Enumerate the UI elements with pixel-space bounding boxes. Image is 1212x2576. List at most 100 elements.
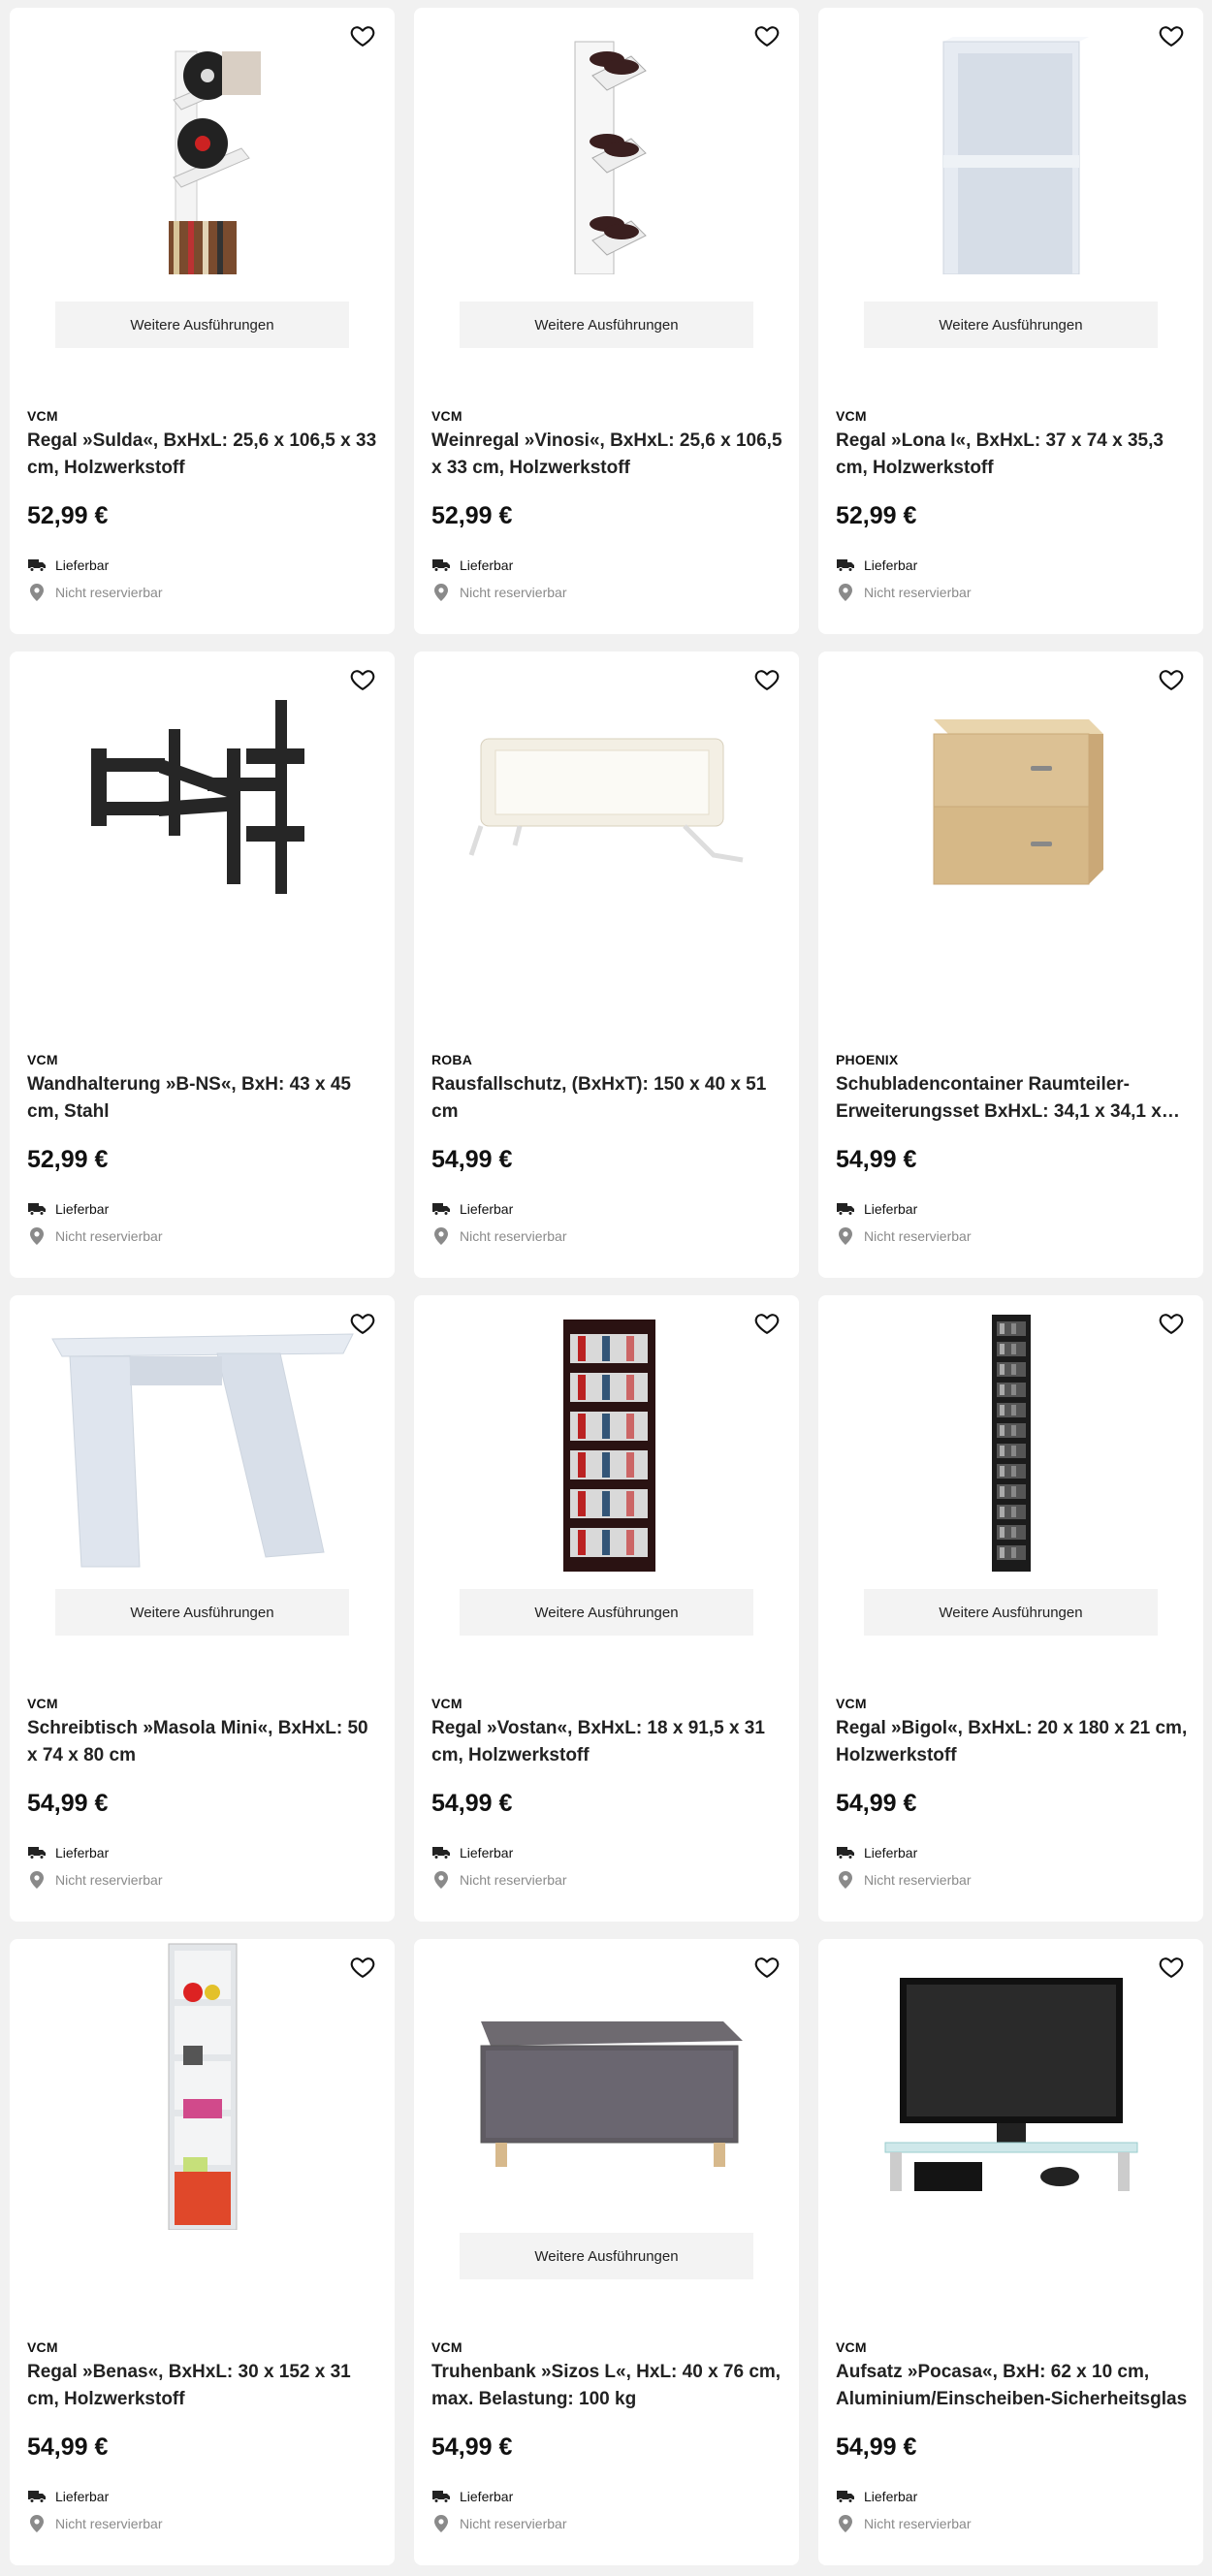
- product-title[interactable]: Regal »Bigol«, BxHxL: 20 x 180 x 21 cm, …: [836, 1715, 1190, 1769]
- heart-outline-icon[interactable]: [348, 1309, 377, 1338]
- product-price: 54,99 €: [836, 1790, 917, 1817]
- product-image[interactable]: [10, 1939, 395, 2230]
- store-availability: Nicht reservierbar: [836, 584, 971, 601]
- product-image[interactable]: [818, 652, 1203, 942]
- product-image[interactable]: [414, 1295, 799, 1586]
- product-image[interactable]: [10, 8, 395, 299]
- product-price: 54,99 €: [27, 1790, 109, 1817]
- product-title[interactable]: Schubladencontainer Raumteiler-Erweiteru…: [836, 1071, 1190, 1126]
- more-variants-button[interactable]: Weitere Ausführungen: [864, 1589, 1158, 1636]
- product-title[interactable]: Weinregal »Vinosi«, BxHxL: 25,6 x 106,5 …: [431, 428, 785, 482]
- product-title[interactable]: Regal »Sulda«, BxHxL: 25,6 x 106,5 x 33 …: [27, 428, 381, 482]
- heart-outline-icon[interactable]: [1157, 21, 1186, 50]
- product-title[interactable]: Truhenbank »Sizos L«, HxL: 40 x 76 cm, m…: [431, 2359, 785, 2413]
- heart-outline-icon[interactable]: [348, 665, 377, 694]
- product-title[interactable]: Regal »Lona I«, BxHxL: 37 x 74 x 35,3 cm…: [836, 428, 1190, 482]
- store-label: Nicht reservierbar: [864, 585, 972, 600]
- store-availability: Nicht reservierbar: [431, 1871, 566, 1889]
- product-brand: VCM: [431, 1696, 462, 1711]
- product-image[interactable]: [10, 652, 395, 942]
- product-image[interactable]: [414, 1939, 799, 2230]
- more-variants-button[interactable]: Weitere Ausführungen: [864, 302, 1158, 348]
- delivery-label: Lieferbar: [460, 1201, 514, 1217]
- heart-outline-icon[interactable]: [348, 21, 377, 50]
- location-pin-icon: [431, 584, 451, 601]
- location-pin-icon: [431, 1227, 451, 1245]
- delivery-label: Lieferbar: [460, 1845, 514, 1860]
- more-variants-button[interactable]: Weitere Ausführungen: [55, 1589, 349, 1636]
- more-variants-button[interactable]: Weitere Ausführungen: [55, 302, 349, 348]
- product-grid: Weitere Ausführungen VCM Regal »Sulda«, …: [10, 8, 1203, 2565]
- product-image[interactable]: [818, 1295, 1203, 1586]
- truck-icon: [27, 1844, 47, 1861]
- product-title[interactable]: Rausfallschutz, (BxHxT): 150 x 40 x 51 c…: [431, 1071, 785, 1126]
- delivery-label: Lieferbar: [55, 1201, 110, 1217]
- product-image[interactable]: [414, 652, 799, 942]
- product-price: 54,99 €: [836, 2433, 917, 2461]
- product-image[interactable]: [818, 1939, 1203, 2230]
- product-card-11[interactable]: Weitere Ausführungen VCM Truhenbank »Siz…: [414, 1939, 799, 2565]
- product-title[interactable]: Wandhalterung »B-NS«, BxH: 43 x 45 cm, S…: [27, 1071, 381, 1126]
- product-card-8[interactable]: Weitere Ausführungen VCM Regal »Vostan«,…: [414, 1295, 799, 1922]
- product-price: 52,99 €: [431, 502, 513, 529]
- product-brand: VCM: [27, 408, 58, 424]
- product-card-2[interactable]: Weitere Ausführungen VCM Weinregal »Vino…: [414, 8, 799, 634]
- more-variants-button[interactable]: Weitere Ausführungen: [460, 2233, 753, 2279]
- product-price: 54,99 €: [27, 2433, 109, 2461]
- product-title[interactable]: Schreibtisch »Masola Mini«, BxHxL: 50 x …: [27, 1715, 381, 1769]
- product-title[interactable]: Regal »Benas«, BxHxL: 30 x 152 x 31 cm, …: [27, 2359, 381, 2413]
- store-availability: Nicht reservierbar: [431, 1227, 566, 1245]
- product-card-9[interactable]: Weitere Ausführungen VCM Regal »Bigol«, …: [818, 1295, 1203, 1922]
- truck-icon: [836, 557, 855, 574]
- product-brand: VCM: [836, 1696, 867, 1711]
- delivery-status: Lieferbar: [836, 557, 917, 574]
- delivery-status: Lieferbar: [431, 557, 513, 574]
- product-card-3[interactable]: Weitere Ausführungen VCM Regal »Lona I«,…: [818, 8, 1203, 634]
- store-label: Nicht reservierbar: [460, 1872, 567, 1888]
- product-card-6[interactable]: PHOENIX Schubladencontainer Raumteiler-E…: [818, 652, 1203, 1278]
- store-label: Nicht reservierbar: [460, 585, 567, 600]
- location-pin-icon: [836, 1227, 855, 1245]
- heart-outline-icon[interactable]: [1157, 665, 1186, 694]
- product-card-10[interactable]: VCM Regal »Benas«, BxHxL: 30 x 152 x 31 …: [10, 1939, 395, 2565]
- location-pin-icon: [431, 2515, 451, 2532]
- delivery-label: Lieferbar: [55, 557, 110, 573]
- product-card-1[interactable]: Weitere Ausführungen VCM Regal »Sulda«, …: [10, 8, 395, 634]
- heart-outline-icon[interactable]: [1157, 1953, 1186, 1982]
- product-image[interactable]: [414, 8, 799, 299]
- product-price: 54,99 €: [431, 1790, 513, 1817]
- product-title[interactable]: Aufsatz »Pocasa«, BxH: 62 x 10 cm, Alumi…: [836, 2359, 1190, 2413]
- product-price: 52,99 €: [27, 502, 109, 529]
- product-brand: VCM: [27, 2339, 58, 2355]
- delivery-status: Lieferbar: [836, 1844, 917, 1861]
- store-availability: Nicht reservierbar: [836, 1871, 971, 1889]
- store-label: Nicht reservierbar: [55, 1872, 163, 1888]
- heart-outline-icon[interactable]: [1157, 1309, 1186, 1338]
- heart-outline-icon[interactable]: [348, 1953, 377, 1982]
- product-brand: VCM: [836, 2339, 867, 2355]
- product-card-12[interactable]: VCM Aufsatz »Pocasa«, BxH: 62 x 10 cm, A…: [818, 1939, 1203, 2565]
- delivery-label: Lieferbar: [864, 2489, 918, 2504]
- product-title[interactable]: Regal »Vostan«, BxHxL: 18 x 91,5 x 31 cm…: [431, 1715, 785, 1769]
- truck-icon: [27, 1200, 47, 1218]
- product-image[interactable]: [10, 1295, 395, 1586]
- store-label: Nicht reservierbar: [55, 585, 163, 600]
- heart-outline-icon[interactable]: [752, 1309, 781, 1338]
- heart-outline-icon[interactable]: [752, 665, 781, 694]
- store-label: Nicht reservierbar: [460, 1228, 567, 1244]
- location-pin-icon: [836, 1871, 855, 1889]
- more-variants-button[interactable]: Weitere Ausführungen: [460, 302, 753, 348]
- store-label: Nicht reservierbar: [864, 1872, 972, 1888]
- heart-outline-icon[interactable]: [752, 21, 781, 50]
- product-brand: VCM: [431, 408, 462, 424]
- heart-outline-icon[interactable]: [752, 1953, 781, 1982]
- more-variants-button[interactable]: Weitere Ausführungen: [460, 1589, 753, 1636]
- product-card-7[interactable]: Weitere Ausführungen VCM Schreibtisch »M…: [10, 1295, 395, 1922]
- delivery-status: Lieferbar: [836, 2488, 917, 2505]
- product-card-4[interactable]: VCM Wandhalterung »B-NS«, BxH: 43 x 45 c…: [10, 652, 395, 1278]
- product-card-5[interactable]: ROBA Rausfallschutz, (BxHxT): 150 x 40 x…: [414, 652, 799, 1278]
- product-brand: ROBA: [431, 1052, 473, 1067]
- delivery-label: Lieferbar: [460, 2489, 514, 2504]
- delivery-label: Lieferbar: [55, 2489, 110, 2504]
- product-image[interactable]: [818, 8, 1203, 299]
